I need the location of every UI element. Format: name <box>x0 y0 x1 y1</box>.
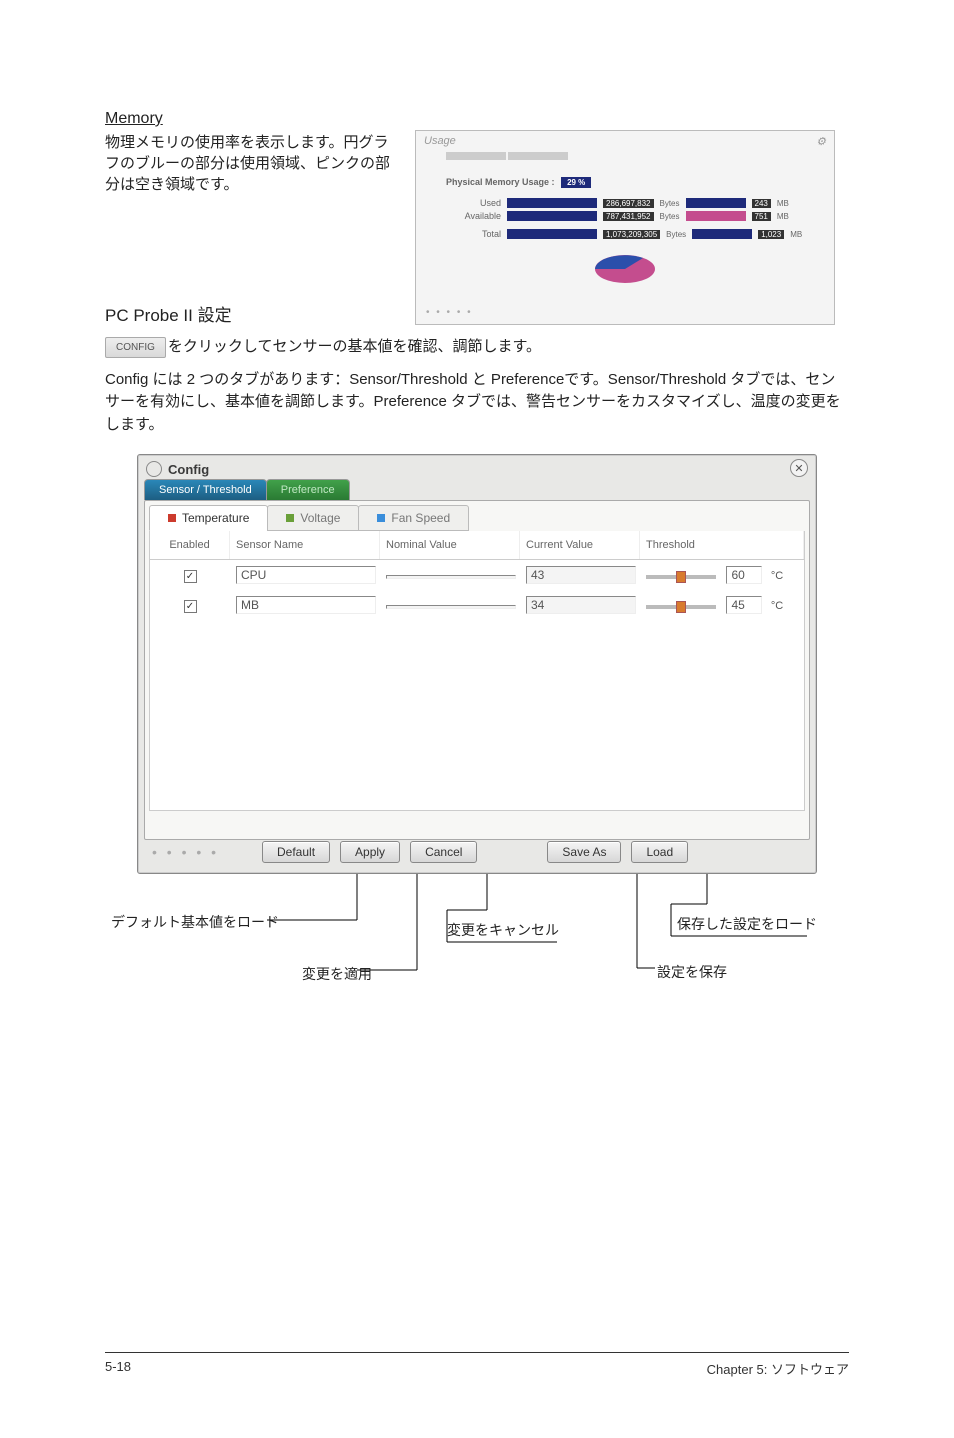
dots-icon: • • • • • <box>152 844 262 860</box>
row-used-label: Used <box>446 198 501 208</box>
apply-button[interactable]: Apply <box>340 841 400 863</box>
slider-mb[interactable] <box>646 605 722 609</box>
save-as-button[interactable]: Save As <box>547 841 621 863</box>
config-icon <box>146 461 162 477</box>
callout-apply: 変更を適用 <box>302 964 372 984</box>
col-threshold: Threshold <box>640 531 804 559</box>
inner-tab-voltage[interactable]: Voltage <box>267 505 359 531</box>
tab-sensor-threshold[interactable]: Sensor / Threshold <box>144 479 267 500</box>
dots-icon: • • • • • <box>426 307 473 318</box>
inner-tab-temperature[interactable]: Temperature <box>149 505 268 531</box>
row-total-label: Total <box>446 229 501 239</box>
phys-mem-percent: 29 % <box>561 177 591 188</box>
memory-usage-panel: Usage ⚙ Physical Memory Usage : 29 % Use… <box>415 130 835 325</box>
threshold-table: Enabled Sensor Name Nominal Value Curren… <box>149 531 805 811</box>
table-row: ✓ MB 34 45 °C <box>150 590 804 620</box>
callout-default: デフォルト基本値をロード <box>111 912 279 932</box>
page-number: 5-18 <box>105 1359 131 1378</box>
nominal-mb <box>386 605 516 609</box>
callouts: デフォルト基本値をロード 変更をキャンセル 保存した設定をロード 変更を適用 設… <box>117 874 837 994</box>
callout-load: 保存した設定をロード <box>677 914 817 934</box>
close-icon[interactable]: ✕ <box>790 459 808 477</box>
default-button[interactable]: Default <box>262 841 330 863</box>
checkbox-cpu[interactable]: ✓ <box>184 570 197 583</box>
memory-description: 物理メモリの使用率を表示します。円グラフのブルーの部分は使用領域、ピンクの部分は… <box>105 132 395 195</box>
config-title: Config <box>168 462 209 477</box>
col-nominal: Nominal Value <box>380 531 520 559</box>
pie-chart <box>585 245 665 285</box>
unit-mb: °C <box>771 600 783 612</box>
load-button[interactable]: Load <box>631 841 688 863</box>
row-used-val: 286,697,832 <box>603 199 654 208</box>
unit-cpu: °C <box>771 570 783 582</box>
threshold-cpu[interactable]: 60 <box>726 566 762 584</box>
gear-icon: ⚙ <box>816 135 826 148</box>
inner-tab-fanspeed[interactable]: Fan Speed <box>358 505 469 531</box>
sensor-name-cpu[interactable]: CPU <box>236 566 376 584</box>
tab-preference[interactable]: Preference <box>266 479 350 500</box>
col-enabled: Enabled <box>150 531 230 559</box>
phys-mem-label: Physical Memory Usage : <box>446 177 555 187</box>
threshold-mb[interactable]: 45 <box>726 596 762 614</box>
config-button-inline[interactable]: CONFIG <box>105 337 166 358</box>
callout-save: 設定を保存 <box>657 962 727 982</box>
slider-cpu[interactable] <box>646 575 722 579</box>
cancel-button[interactable]: Cancel <box>410 841 477 863</box>
config-window: Config ✕ Sensor / Threshold Preference T… <box>137 454 817 874</box>
checkbox-mb[interactable]: ✓ <box>184 600 197 613</box>
probe-line2: Config には 2 つのタブがあります：Sensor/Threshold と… <box>105 369 849 437</box>
col-current: Current Value <box>520 531 640 559</box>
current-cpu: 43 <box>526 566 636 584</box>
probe-line1: をクリックしてセンサーの基本値を確認、調節します。 <box>168 338 541 355</box>
table-row: ✓ CPU 43 60 °C <box>150 560 804 590</box>
row-used-bar <box>507 198 597 208</box>
chapter-label: Chapter 5: ソフトウェア <box>707 1359 849 1378</box>
callout-cancel: 変更をキャンセル <box>447 920 559 940</box>
col-sensor-name: Sensor Name <box>230 531 380 559</box>
current-mb: 34 <box>526 596 636 614</box>
nominal-cpu <box>386 575 516 579</box>
usage-title: Usage <box>424 135 456 148</box>
row-avail-label: Available <box>446 211 501 221</box>
memory-heading: Memory <box>105 110 849 128</box>
sensor-name-mb[interactable]: MB <box>236 596 376 614</box>
